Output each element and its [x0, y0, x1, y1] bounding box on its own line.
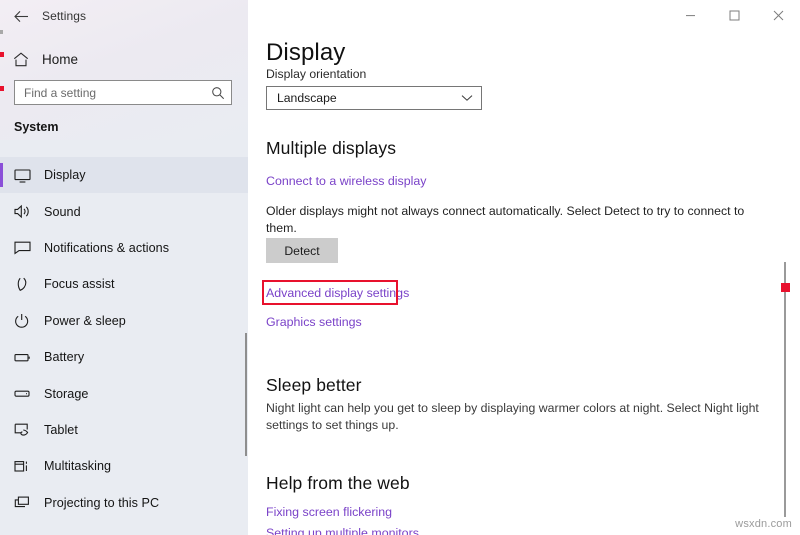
- maximize-icon[interactable]: [712, 0, 756, 30]
- content-scrollbar-track[interactable]: [784, 262, 786, 517]
- sidebar-item-label: Tablet: [44, 423, 78, 437]
- page-title: Display: [266, 39, 345, 67]
- sidebar-item-storage[interactable]: Storage: [0, 375, 248, 411]
- sidebar-scrollbar-thumb[interactable]: [245, 333, 247, 456]
- storage-icon: [14, 386, 44, 401]
- section-heading-help-from-web: Help from the web: [266, 473, 410, 494]
- sidebar-item-display[interactable]: Display: [0, 157, 248, 193]
- moon-icon: [14, 277, 44, 292]
- sidebar-item-label: Multitasking: [44, 459, 111, 473]
- close-icon[interactable]: [756, 0, 800, 30]
- power-icon: [14, 313, 44, 328]
- sidebar-nav-list: Display Sound Notifica: [0, 157, 248, 521]
- home-icon: [0, 44, 42, 74]
- sidebar-item-label: Notifications & actions: [44, 241, 169, 255]
- sidebar-item-label: Power & sleep: [44, 314, 126, 328]
- advanced-display-settings-link[interactable]: Advanced display settings: [266, 286, 409, 300]
- home-label: Home: [42, 52, 78, 67]
- selection-accent-bar: [0, 163, 3, 187]
- connect-wireless-display-link[interactable]: Connect to a wireless display: [266, 174, 426, 188]
- help-link-setting-up-multiple-monitors[interactable]: Setting up multiple monitors: [266, 526, 419, 535]
- search-input[interactable]: [24, 86, 211, 100]
- sidebar-item-label: Focus assist: [44, 277, 115, 291]
- main-content: Display Display orientation Landscape Mu…: [248, 0, 800, 535]
- sidebar-item-label: Sound: [44, 205, 81, 219]
- graphics-settings-link[interactable]: Graphics settings: [266, 315, 362, 329]
- display-orientation-value: Landscape: [277, 91, 461, 105]
- multiple-displays-description: Older displays might not always connect …: [266, 203, 774, 237]
- detect-button[interactable]: Detect: [266, 238, 338, 263]
- sidebar-item-battery[interactable]: Battery: [0, 339, 248, 375]
- titlebar: Settings: [0, 0, 248, 32]
- display-orientation-label: Display orientation: [266, 67, 366, 81]
- chevron-down-icon: [461, 94, 473, 102]
- search-box[interactable]: [14, 80, 232, 105]
- display-orientation-dropdown[interactable]: Landscape: [266, 86, 482, 110]
- settings-window: Settings Home System: [0, 0, 800, 535]
- search-icon[interactable]: [211, 86, 225, 100]
- projecting-icon: [14, 495, 44, 510]
- annotation-edge-mark: [0, 52, 4, 57]
- monitor-icon: [14, 168, 44, 183]
- sidebar-item-multitasking[interactable]: Multitasking: [0, 448, 248, 484]
- sidebar-item-sound[interactable]: Sound: [0, 193, 248, 229]
- annotation-edge-mark: [0, 86, 4, 91]
- sidebar-item-label: Battery: [44, 350, 84, 364]
- sidebar-item-projecting[interactable]: Projecting to this PC: [0, 485, 248, 521]
- sidebar-item-focus-assist[interactable]: Focus assist: [0, 266, 248, 302]
- speaker-icon: [14, 204, 44, 219]
- section-heading-multiple-displays: Multiple displays: [266, 138, 396, 159]
- annotation-scrollbar-mark: [781, 283, 790, 292]
- sidebar: Settings Home System: [0, 0, 248, 535]
- notification-icon: [14, 240, 44, 255]
- help-link-fixing-screen-flickering[interactable]: Fixing screen flickering: [266, 505, 392, 519]
- sidebar-item-power-sleep[interactable]: Power & sleep: [0, 303, 248, 339]
- sidebar-item-label: Display: [44, 168, 86, 182]
- multitasking-icon: [14, 459, 44, 474]
- watermark: wsxdn.com: [735, 518, 792, 530]
- sidebar-item-home[interactable]: Home: [0, 44, 248, 74]
- app-title: Settings: [42, 9, 86, 23]
- sidebar-item-label: Storage: [44, 387, 88, 401]
- window-controls: [668, 0, 800, 30]
- back-arrow-icon[interactable]: [0, 0, 42, 32]
- section-heading-sleep-better: Sleep better: [266, 375, 362, 396]
- edge-tick-mark: [0, 30, 3, 34]
- tablet-icon: [14, 422, 44, 437]
- sleep-better-description: Night light can help you get to sleep by…: [266, 400, 774, 434]
- sidebar-item-label: Projecting to this PC: [44, 496, 159, 510]
- sidebar-item-notifications[interactable]: Notifications & actions: [0, 230, 248, 266]
- sidebar-item-tablet[interactable]: Tablet: [0, 412, 248, 448]
- battery-icon: [14, 350, 44, 365]
- minimize-icon[interactable]: [668, 0, 712, 30]
- sidebar-section-label: System: [14, 120, 58, 134]
